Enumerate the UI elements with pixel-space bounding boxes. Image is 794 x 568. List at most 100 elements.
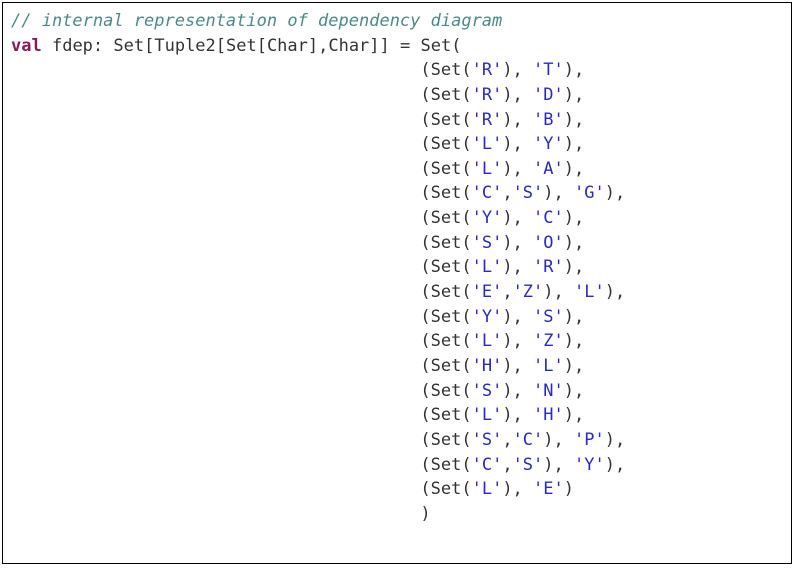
char-literal: 'H' — [472, 356, 503, 376]
entry-open: (Set( — [420, 233, 471, 253]
entry-indent — [11, 282, 420, 302]
entry-indent — [11, 307, 420, 327]
entry-indent — [11, 110, 420, 130]
char-literal: 'Y' — [533, 134, 564, 154]
entry-close: ), — [564, 381, 584, 401]
entry-close: ), — [564, 257, 584, 277]
entry-indent — [11, 134, 420, 154]
entry-indent — [11, 405, 420, 425]
char-literal: 'S' — [513, 455, 544, 475]
equals: = — [400, 36, 410, 56]
char-literal: 'C' — [472, 455, 503, 475]
entry-open: (Set( — [420, 430, 471, 450]
comma: , — [502, 430, 512, 450]
char-literal: 'S' — [472, 233, 503, 253]
keyword-val: val — [11, 36, 42, 56]
entry-close: ), — [564, 60, 584, 80]
char-literal: 'R' — [472, 110, 503, 130]
char-literal: 'R' — [472, 85, 503, 105]
char-literal: 'D' — [533, 85, 564, 105]
char-literal: 'Y' — [472, 208, 503, 228]
char-literal: 'S' — [472, 430, 503, 450]
entry-mid: ), — [502, 381, 533, 401]
entry-indent — [11, 479, 420, 499]
entry-indent — [11, 208, 420, 228]
char-literal: 'Z' — [513, 282, 544, 302]
char-literal: 'L' — [472, 479, 503, 499]
entry-mid: ), — [502, 208, 533, 228]
entry-mid: ), — [543, 430, 574, 450]
entry-mid: ), — [502, 159, 533, 179]
entries-list: (Set('R'), 'T'), (Set('R'), 'D'), (Set('… — [11, 60, 625, 499]
entry-mid: ), — [502, 479, 533, 499]
entry-indent — [11, 455, 420, 475]
entry-open: (Set( — [420, 159, 471, 179]
char-literal: 'L' — [472, 159, 503, 179]
entry-close: ), — [564, 405, 584, 425]
char-literal: 'S' — [513, 183, 544, 203]
char-literal: 'E' — [533, 479, 564, 499]
entry-close: ), — [564, 110, 584, 130]
char-literal: 'Y' — [574, 455, 605, 475]
entry-close: ), — [564, 356, 584, 376]
entry-open: (Set( — [420, 307, 471, 327]
entry-indent — [11, 233, 420, 253]
char-literal: 'A' — [533, 159, 564, 179]
char-literal: 'R' — [472, 60, 503, 80]
char-literal: 'P' — [574, 430, 605, 450]
entry-open: (Set( — [420, 134, 471, 154]
type-decl: Set[Tuple2[Set[Char],Char]] — [113, 36, 389, 56]
entry-open: (Set( — [420, 183, 471, 203]
close-indent — [11, 504, 420, 524]
entry-open: (Set( — [420, 110, 471, 130]
entry-close: ), — [605, 282, 625, 302]
comment-line: // internal representation of dependency… — [11, 11, 502, 31]
comma: , — [502, 282, 512, 302]
char-literal: 'L' — [472, 331, 503, 351]
entry-open: (Set( — [420, 479, 471, 499]
char-literal: 'H' — [533, 405, 564, 425]
char-literal: 'S' — [533, 307, 564, 327]
char-literal: 'C' — [472, 183, 503, 203]
entry-open: (Set( — [420, 356, 471, 376]
entry-indent — [11, 183, 420, 203]
char-literal: 'L' — [472, 134, 503, 154]
code-block: // internal representation of dependency… — [2, 2, 792, 564]
entry-close: ), — [564, 307, 584, 327]
entry-open: (Set( — [420, 331, 471, 351]
entry-open: (Set( — [420, 282, 471, 302]
entry-mid: ), — [502, 356, 533, 376]
entry-mid: ), — [502, 233, 533, 253]
entry-mid: ), — [502, 405, 533, 425]
entry-close: ), — [605, 455, 625, 475]
entry-close: ), — [564, 233, 584, 253]
char-literal: 'C' — [533, 208, 564, 228]
char-literal: 'S' — [472, 381, 503, 401]
entry-indent — [11, 331, 420, 351]
comma: , — [502, 455, 512, 475]
entry-mid: ), — [502, 60, 533, 80]
char-literal: 'T' — [533, 60, 564, 80]
entry-indent — [11, 60, 420, 80]
entry-close: ), — [605, 183, 625, 203]
entry-close: ), — [564, 331, 584, 351]
entry-mid: ), — [502, 307, 533, 327]
entry-close: ), — [564, 208, 584, 228]
entry-mid: ), — [502, 85, 533, 105]
char-literal: 'L' — [472, 405, 503, 425]
entry-indent — [11, 381, 420, 401]
colon: : — [93, 36, 103, 56]
entry-close: ) — [564, 479, 574, 499]
set-open: Set( — [421, 36, 462, 56]
char-literal: 'Y' — [472, 307, 503, 327]
entry-mid: ), — [543, 183, 574, 203]
entry-open: (Set( — [420, 455, 471, 475]
entry-indent — [11, 430, 420, 450]
entry-indent — [11, 159, 420, 179]
char-literal: 'E' — [472, 282, 503, 302]
entry-open: (Set( — [420, 381, 471, 401]
char-literal: 'L' — [472, 257, 503, 277]
char-literal: 'G' — [574, 183, 605, 203]
entry-mid: ), — [502, 134, 533, 154]
entry-mid: ), — [543, 455, 574, 475]
